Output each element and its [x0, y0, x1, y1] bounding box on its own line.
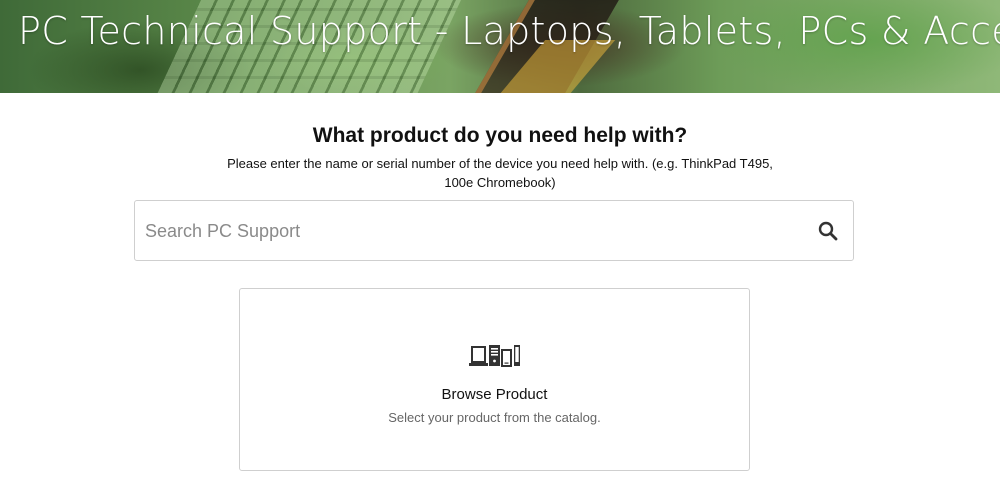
browse-product-title: Browse Product	[441, 386, 548, 403]
search-box	[134, 200, 854, 261]
help-question-heading: What product do you need help with?	[312, 124, 688, 147]
search-hint-text: Please enter the name or serial number o…	[227, 156, 773, 190]
hero-banner: PC Technical Support - Laptops, Tablets,…	[0, 0, 1000, 93]
search-icon	[818, 221, 838, 241]
browse-product-description: Select your product from the catalog.	[388, 410, 601, 425]
search-button[interactable]	[813, 216, 843, 246]
devices-icon	[469, 345, 520, 367]
page-title: PC Technical Support - Laptops, Tablets,…	[18, 9, 1000, 53]
browse-product-card[interactable]: Browse Product Select your product from …	[239, 288, 750, 471]
search-input[interactable]	[145, 211, 795, 251]
